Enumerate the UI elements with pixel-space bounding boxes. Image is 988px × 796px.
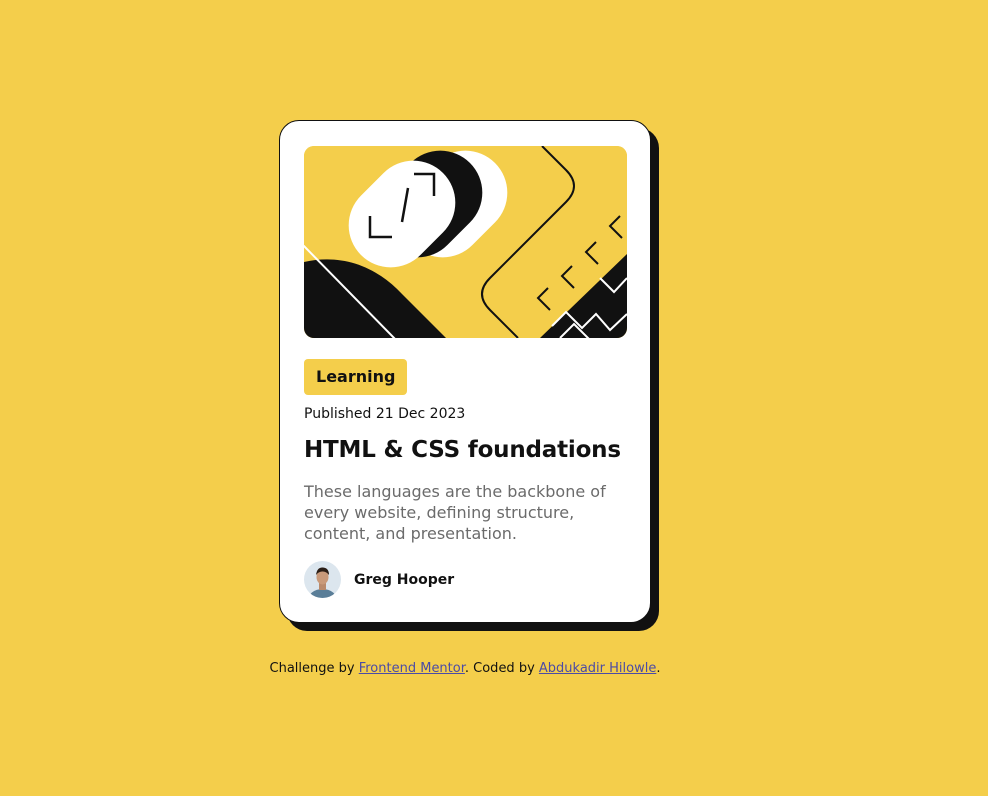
- attribution: Challenge by Frontend Mentor. Coded by A…: [0, 661, 930, 676]
- frontend-mentor-link[interactable]: Frontend Mentor: [359, 661, 465, 676]
- hero-illustration: [304, 146, 627, 338]
- attribution-middle: . Coded by: [464, 661, 539, 676]
- card-title[interactable]: HTML & CSS foundations: [304, 437, 621, 463]
- author: Greg Hooper: [304, 561, 454, 598]
- author-link[interactable]: Abdukadir Hilowle: [539, 661, 656, 676]
- blog-preview-card: Learning Published 21 Dec 2023 HTML & CS…: [279, 120, 651, 623]
- card-description: These languages are the backbone of ever…: [304, 482, 606, 543]
- published-date: Published 21 Dec 2023: [304, 406, 466, 422]
- category-tag[interactable]: Learning: [304, 359, 408, 395]
- author-name: Greg Hooper: [354, 571, 455, 588]
- attribution-prefix: Challenge by: [269, 661, 359, 676]
- attribution-suffix: .: [656, 661, 661, 676]
- avatar: [304, 561, 341, 598]
